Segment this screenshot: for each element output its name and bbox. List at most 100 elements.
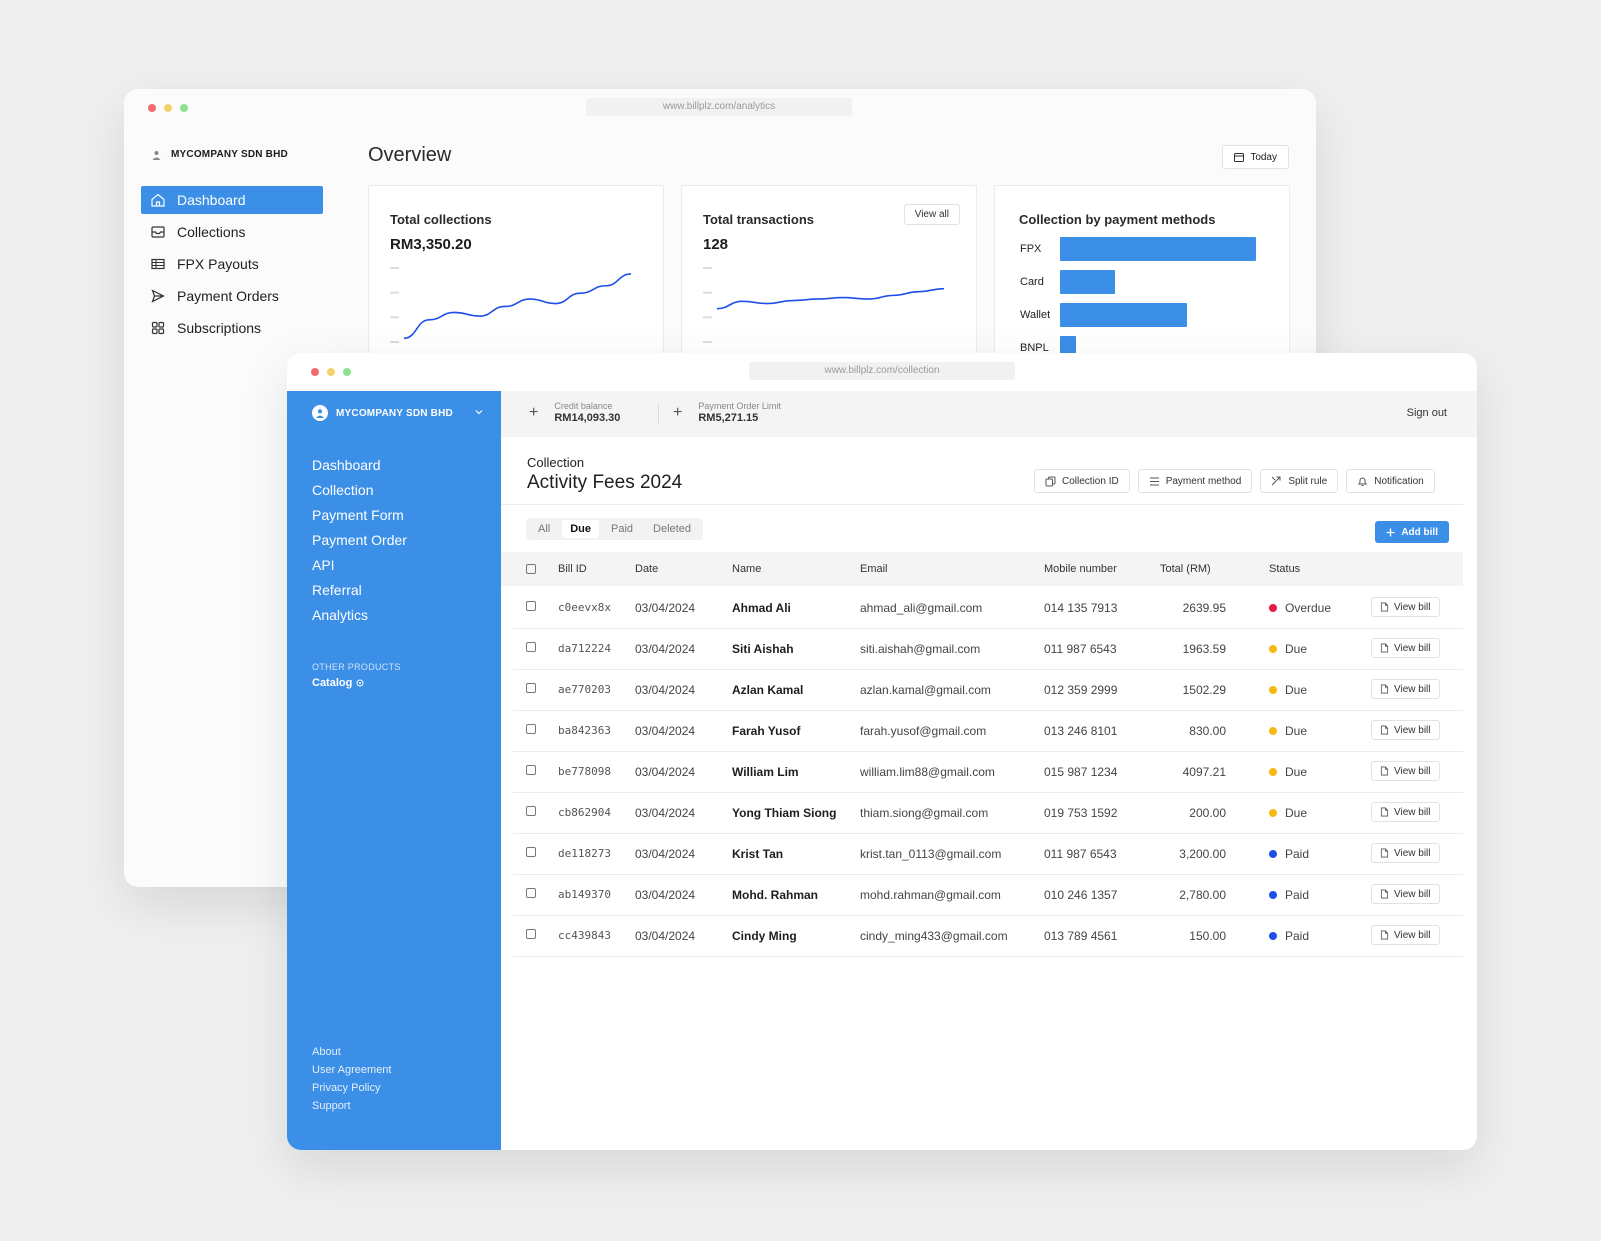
company-selector[interactable]: MYCOMPANY SDN BHD <box>152 149 288 160</box>
sidebar-item-payment-form[interactable]: Payment Form <box>312 503 407 528</box>
column-header[interactable]: Mobile number <box>1044 563 1117 575</box>
address-bar[interactable]: www.billplz.com/collection <box>749 362 1015 380</box>
row-checkbox[interactable] <box>526 601 536 611</box>
cell-id: de118273 <box>558 847 611 860</box>
sidebar-item-fpx-payouts[interactable]: FPX Payouts <box>141 250 323 278</box>
document-icon <box>1380 807 1389 817</box>
close-dot[interactable] <box>311 368 319 376</box>
status-badge: Due <box>1269 683 1307 697</box>
sidebar-item-api[interactable]: API <box>312 553 407 578</box>
row-checkbox[interactable] <box>526 806 536 816</box>
sidebar-item-subscriptions[interactable]: Subscriptions <box>141 314 323 342</box>
view-bill-button[interactable]: View bill <box>1371 843 1440 863</box>
breadcrumb[interactable]: Collection <box>527 455 584 470</box>
footer-link-about[interactable]: About <box>312 1043 391 1061</box>
status-label: Paid <box>1285 929 1310 943</box>
cell-total: 830.00 <box>1189 724 1226 738</box>
minimize-dot[interactable] <box>327 368 335 376</box>
plus-icon[interactable]: + <box>673 404 682 422</box>
cell-email: ahmad_ali@gmail.com <box>860 601 983 615</box>
sign-out-link[interactable]: Sign out <box>1407 407 1447 419</box>
cell-date: 03/04/2024 <box>635 929 696 943</box>
company-selector[interactable]: MYCOMPANY SDN BHD <box>312 405 453 421</box>
maximize-dot[interactable] <box>180 104 188 112</box>
series-line <box>403 273 632 340</box>
view-bill-button[interactable]: View bill <box>1371 884 1440 904</box>
sidebar-item-collections[interactable]: Collections <box>141 218 323 246</box>
view-bill-button[interactable]: View bill <box>1371 679 1440 699</box>
view-bill-label: View bill <box>1394 724 1431 736</box>
row-checkbox[interactable] <box>526 724 536 734</box>
tab-paid[interactable]: Paid <box>603 520 641 538</box>
document-icon <box>1380 643 1389 653</box>
view-bill-button[interactable]: View bill <box>1371 925 1440 945</box>
series-line <box>716 287 945 310</box>
collection-id-button[interactable]: Collection ID <box>1034 469 1130 493</box>
row-checkbox[interactable] <box>526 642 536 652</box>
sidebar-item-dashboard[interactable]: Dashboard <box>141 186 323 214</box>
table-row[interactable]: da712224 03/04/2024 Siti Aishah siti.aishah… <box>513 628 1463 670</box>
column-header[interactable]: Email <box>860 563 888 575</box>
column-header[interactable]: Bill ID <box>558 563 587 575</box>
plus-icon[interactable]: + <box>529 404 538 422</box>
table-row[interactable]: cb862904 03/04/2024 Yong Thiam Siong thiam.… <box>513 792 1463 834</box>
document-icon <box>1380 930 1389 940</box>
chevron-down-icon[interactable] <box>475 409 483 415</box>
column-header[interactable]: Name <box>732 563 761 575</box>
add-bill-button[interactable]: Add bill <box>1375 521 1449 543</box>
view-all-button[interactable]: View all <box>903 204 960 225</box>
view-bill-button[interactable]: View bill <box>1371 761 1440 781</box>
view-bill-button[interactable]: View bill <box>1371 638 1440 658</box>
close-dot[interactable] <box>148 104 156 112</box>
cell-mobile: 013 789 4561 <box>1044 929 1118 943</box>
select-all-checkbox[interactable] <box>526 564 536 574</box>
sidebar-item-payment-orders[interactable]: Payment Orders <box>141 282 323 310</box>
maximize-dot[interactable] <box>343 368 351 376</box>
date-range-button[interactable]: Today <box>1222 145 1289 169</box>
sidebar-item-referral[interactable]: Referral <box>312 578 407 603</box>
row-checkbox[interactable] <box>526 888 536 898</box>
status-dot <box>1269 727 1277 735</box>
notification-button[interactable]: Notification <box>1346 469 1435 493</box>
address-bar[interactable]: www.billplz.com/analytics <box>586 98 852 116</box>
split-rule-button[interactable]: Split rule <box>1260 469 1339 493</box>
table-row[interactable]: be778098 03/04/2024 William Lim william.lim… <box>513 751 1463 793</box>
tab-deleted[interactable]: Deleted <box>645 520 699 538</box>
view-bill-button[interactable]: View bill <box>1371 597 1440 617</box>
payment-method-button[interactable]: Payment method <box>1137 469 1253 493</box>
view-bill-button[interactable]: View bill <box>1371 802 1440 822</box>
row-checkbox[interactable] <box>526 847 536 857</box>
footer-link-privacy-policy[interactable]: Privacy Policy <box>312 1079 391 1097</box>
row-checkbox[interactable] <box>526 929 536 939</box>
table-row[interactable]: ae770203 03/04/2024 Azlan Kamal azlan.kamal… <box>513 669 1463 711</box>
column-header[interactable]: Date <box>635 563 658 575</box>
cell-total: 2,780.00 <box>1179 888 1226 902</box>
table-row[interactable]: de118273 03/04/2024 Krist Tan krist.tan_011… <box>513 833 1463 875</box>
y-tick <box>703 316 712 319</box>
card-value: RM3,350.20 <box>390 236 472 253</box>
row-checkbox[interactable] <box>526 765 536 775</box>
sidebar-item-collection[interactable]: Collection <box>312 478 407 503</box>
view-bill-label: View bill <box>1394 642 1431 654</box>
row-checkbox[interactable] <box>526 683 536 693</box>
footer-link-user-agreement[interactable]: User Agreement <box>312 1061 391 1079</box>
table-row[interactable]: c0eevx8x 03/04/2024 Ahmad Ali ahmad_ali@gma… <box>513 587 1463 629</box>
tab-due[interactable]: Due <box>562 520 600 538</box>
footer-link-support[interactable]: Support <box>312 1097 391 1115</box>
minimize-dot[interactable] <box>164 104 172 112</box>
cell-id: ab149370 <box>558 888 611 901</box>
catalog-link[interactable]: Catalog <box>312 677 364 689</box>
sidebar-item-payment-order[interactable]: Payment Order <box>312 528 407 553</box>
table-row[interactable]: ab149370 03/04/2024 Mohd. Rahman mohd.rahma… <box>513 874 1463 916</box>
bar-label: FPX <box>1020 243 1042 255</box>
sidebar-footer: About User Agreement Privacy Policy Support <box>312 1043 391 1115</box>
tab-all[interactable]: All <box>530 520 558 538</box>
column-header[interactable]: Status <box>1269 563 1300 575</box>
sidebar-item-analytics[interactable]: Analytics <box>312 603 407 628</box>
view-bill-button[interactable]: View bill <box>1371 720 1440 740</box>
sidebar-item-dashboard[interactable]: Dashboard <box>312 453 407 478</box>
table-row[interactable]: cc439843 03/04/2024 Cindy Ming cindy_ming43… <box>513 915 1463 957</box>
table-row[interactable]: ba842363 03/04/2024 Farah Yusof farah.yusof… <box>513 710 1463 752</box>
column-header[interactable]: Total (RM) <box>1160 563 1211 575</box>
cell-date: 03/04/2024 <box>635 601 696 615</box>
